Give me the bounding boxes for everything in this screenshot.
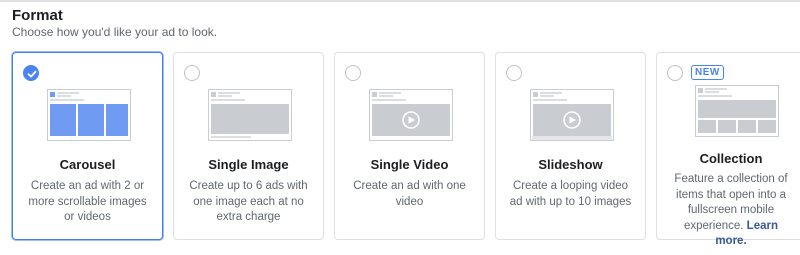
radio-button-carousel[interactable] xyxy=(23,65,39,81)
card-title-single-video: Single Video xyxy=(370,157,449,172)
format-title: Format xyxy=(12,7,63,24)
format-option-slideshow[interactable]: Slideshow Create a looping video ad with… xyxy=(495,52,646,240)
card-description-collection: Feature a collection of items that open … xyxy=(657,172,800,250)
carousel-preview-illustration xyxy=(47,89,131,141)
format-option-single-image[interactable]: Single Image Create up to 6 ads with one… xyxy=(173,52,324,240)
new-badge: NEW xyxy=(691,65,724,80)
card-description-single-video: Create an ad with one video xyxy=(353,180,466,208)
card-title-collection: Collection xyxy=(699,151,763,166)
card-title-carousel: Carousel xyxy=(59,157,116,172)
slideshow-preview-illustration xyxy=(530,89,614,141)
format-option-single-video[interactable]: Single Video Create an ad with one video xyxy=(334,52,485,240)
card-title-single-image: Single Image xyxy=(208,157,289,172)
checkmark-icon xyxy=(27,70,37,78)
card-description-slideshow: Create a looping video ad with up to 10 … xyxy=(509,180,632,208)
format-option-carousel[interactable]: Carousel Create an ad with 2 or more scr… xyxy=(12,52,163,240)
card-title-slideshow: Slideshow xyxy=(538,157,603,172)
format-option-collection[interactable]: NEW Collection Feature a collection of i… xyxy=(656,52,800,247)
card-description-single-image: Create up to 6 ads with one image each a… xyxy=(189,180,308,223)
top-divider xyxy=(0,0,800,2)
format-options: Carousel Create an ad with 2 or more scr… xyxy=(12,52,800,247)
radio-button-slideshow[interactable] xyxy=(506,65,522,81)
single-image-preview-illustration xyxy=(208,89,292,141)
single-video-preview-illustration xyxy=(369,89,453,141)
radio-button-single-video[interactable] xyxy=(345,65,361,81)
collection-preview-illustration xyxy=(695,85,779,137)
radio-button-collection[interactable] xyxy=(667,65,683,81)
radio-button-single-image[interactable] xyxy=(184,65,200,81)
format-subtitle: Choose how you'd like your ad to look. xyxy=(12,25,218,39)
card-description-carousel: Create an ad with 2 or more scrollable i… xyxy=(28,180,147,223)
